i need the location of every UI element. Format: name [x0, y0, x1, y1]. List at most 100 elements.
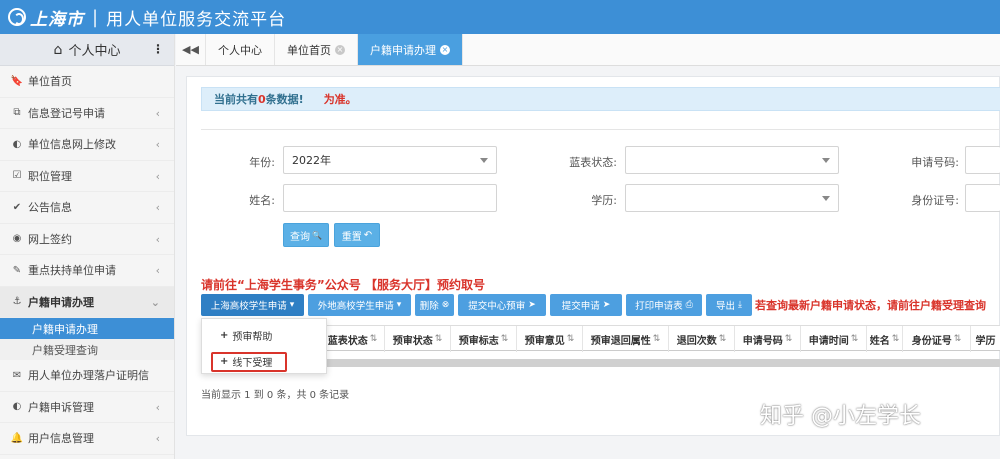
table-column-header[interactable]: 蓝表状态 ⇅ — [321, 326, 385, 352]
bell-icon: 🔔 — [10, 432, 24, 444]
year-label: 年份: — [249, 156, 275, 169]
sort-icon: ⇅ — [652, 334, 661, 344]
status-query-note: 若查询最新户籍申请状态，请前往户籍受理查询 — [755, 299, 986, 312]
shanghai-student-apply-button[interactable]: 上海高校学生申请 ▾ — [201, 294, 304, 316]
sidebar-subitem[interactable]: 户籍受理查询 — [0, 339, 174, 360]
sidebar-item[interactable]: ⚓ 户籍申请办理 ⌄ — [0, 286, 174, 318]
notice-prefix: 当前共有 — [214, 93, 258, 106]
edu-select[interactable] — [625, 184, 839, 212]
tab-personal-center[interactable]: 个人中心 — [206, 34, 275, 65]
adjust-icon: ◐ — [12, 401, 22, 413]
sidebar-item[interactable]: ✔ 公告信息 ‹ — [0, 192, 174, 224]
column-label: 学历 — [975, 335, 996, 347]
sidebar-item[interactable]: 🔔 用户信息管理 ‹ — [0, 423, 174, 455]
app-no-input[interactable] — [965, 146, 1000, 174]
top-header: 上海市 | 用人单位服务交流平台 — [0, 0, 1000, 34]
table-column-header[interactable]: 预审状态 ⇅ — [385, 326, 451, 352]
platform-title: 用人单位服务交流平台 — [106, 9, 287, 30]
column-label: 蓝表状态 — [327, 335, 368, 347]
sidebar-item[interactable]: ◐ 单位信息网上修改 ‹ — [0, 129, 174, 161]
query-button-label: 查询 — [290, 231, 311, 243]
print-form-button[interactable]: 打印申请表 ⎙ — [626, 294, 702, 316]
sidebar-item[interactable]: ☑ 职位管理 ‹ — [0, 161, 174, 192]
reset-button-label: 重置 — [341, 231, 362, 243]
sidebar-header-label: 个人中心 — [68, 44, 121, 59]
sidebar-header[interactable]: ⌂ 个人中心 ⋮ — [0, 34, 174, 66]
checkbox-icon: ☑ — [12, 170, 22, 182]
sidebar-item[interactable]: ✉ 用人单位办理落户证明信 — [0, 360, 174, 392]
header-separator: | — [92, 6, 99, 28]
plus-icon: + — [220, 329, 229, 341]
column-label: 申请号码 — [742, 335, 783, 347]
envelope-icon: ✉ — [12, 369, 22, 381]
tab-close-icon[interactable]: × — [335, 44, 345, 55]
tab-hukou-application[interactable]: 户籍申请办理 × — [358, 34, 463, 65]
sidebar-subitem[interactable]: 户籍申请办理 — [0, 318, 174, 339]
pagination-info: 当前显示 1 到 0 条，共 0 条记录 — [201, 390, 350, 401]
year-value: 2022年 — [292, 154, 331, 167]
toolbar-button-icon: ➤ — [602, 300, 611, 310]
table-column-header[interactable]: 预审标志 ⇅ — [451, 326, 517, 352]
chevron-icon: ‹ — [155, 169, 160, 183]
check-icon: ✔ — [12, 201, 22, 213]
toolbar-button-icon: ⎙ — [685, 300, 693, 310]
name-input[interactable] — [283, 184, 497, 212]
blue-status-select[interactable] — [625, 146, 839, 174]
edu-label: 学历: — [591, 194, 617, 207]
logo-text: 上海市 — [30, 9, 84, 30]
data-count-notice: 当前共有 0 条数据! 为准。 — [201, 87, 1000, 111]
tab-label: 户籍申请办理 — [370, 43, 436, 57]
sidebar-item[interactable]: ⧉ 信息登记号申请 ‹ — [0, 98, 174, 129]
submit-prereview-button[interactable]: 提交中心预审 ➤ — [458, 294, 546, 316]
watermark: 知乎 @小左学长 — [760, 404, 921, 429]
toolbar-button-label: 导出 — [716, 301, 736, 312]
query-button[interactable]: 查询 🔍 — [283, 223, 329, 247]
outside-student-apply-button[interactable]: 外地高校学生申请 ▾ — [308, 294, 411, 316]
sort-icon: ⇅ — [718, 334, 727, 344]
highlight-box — [211, 352, 287, 372]
tab-bar: ◀◀ 个人中心 单位首页 × 户籍申请办理 × — [176, 34, 1000, 66]
sort-icon: ⇅ — [850, 334, 859, 344]
chevron-down-icon — [822, 158, 830, 163]
column-label: 身份证号 — [911, 335, 952, 347]
dropdown-item-prereview-help[interactable]: + 预审帮助 — [202, 324, 326, 346]
delete-button[interactable]: 删除 ⊗ — [415, 294, 454, 316]
home-icon: ⌂ — [53, 41, 63, 58]
export-button[interactable]: 导出 ⤓ — [706, 294, 752, 316]
table-column-header[interactable]: 身份证号 ⇅ — [903, 326, 971, 352]
toolbar-button-label: 外地高校学生申请 — [317, 301, 394, 312]
sidebar-item[interactable]: ◉ 网上签约 ‹ — [0, 224, 174, 255]
reset-button[interactable]: 重置 ↶ — [334, 223, 380, 247]
column-label: 预审退回属性 — [590, 335, 651, 347]
table-column-header[interactable]: 申请时间 ⇅ — [801, 326, 867, 352]
tab-close-icon[interactable]: × — [440, 44, 450, 55]
sidebar-item[interactable]: ✎ 重点扶持单位申请 ‹ — [0, 255, 174, 287]
year-select[interactable]: 2022年 — [283, 146, 497, 174]
table-column-header[interactable]: 预审意见 ⇅ — [517, 326, 583, 352]
kebab-menu-icon[interactable]: ⋮ — [152, 42, 164, 56]
sidebar-item-label: 重点扶持单位申请 — [28, 264, 116, 278]
sidebar-item[interactable]: ◐ 户籍申诉管理 ‹ — [0, 392, 174, 423]
adjust-icon: ◐ — [12, 138, 22, 150]
tab-unit-home[interactable]: 单位首页 × — [275, 34, 358, 65]
toolbar-button-icon: ▾ — [396, 300, 402, 310]
bookmark-icon: 🔖 — [10, 75, 24, 87]
table-column-header[interactable]: 退回次数 ⇅ — [669, 326, 735, 352]
chevron-icon: ⌄ — [150, 295, 160, 309]
tab-back-icon[interactable]: ◀◀ — [176, 34, 206, 65]
table-column-header[interactable]: 姓名 ⇅ — [867, 326, 903, 352]
submit-application-button[interactable]: 提交申请 ➤ — [550, 294, 622, 316]
toolbar-button-label: 提交申请 — [561, 301, 600, 312]
table-column-header[interactable]: 申请号码 ⇅ — [735, 326, 801, 352]
chevron-icon: ‹ — [155, 201, 160, 214]
sidebar-item[interactable]: 🔖 单位首页 — [0, 66, 174, 98]
table-column-header[interactable]: 预审退回属性 ⇅ — [583, 326, 669, 352]
table-column-header[interactable]: 学历 — [971, 326, 1000, 352]
sort-icon: ⇅ — [891, 334, 900, 344]
column-label: 申请时间 — [808, 335, 849, 347]
sidebar-item-label: 用户信息管理 — [28, 432, 94, 446]
chevron-icon: ‹ — [155, 138, 160, 151]
column-label: 退回次数 — [676, 335, 717, 347]
id-input[interactable] — [965, 184, 1000, 212]
toolbar-button-label: 提交中心预审 — [468, 301, 526, 312]
